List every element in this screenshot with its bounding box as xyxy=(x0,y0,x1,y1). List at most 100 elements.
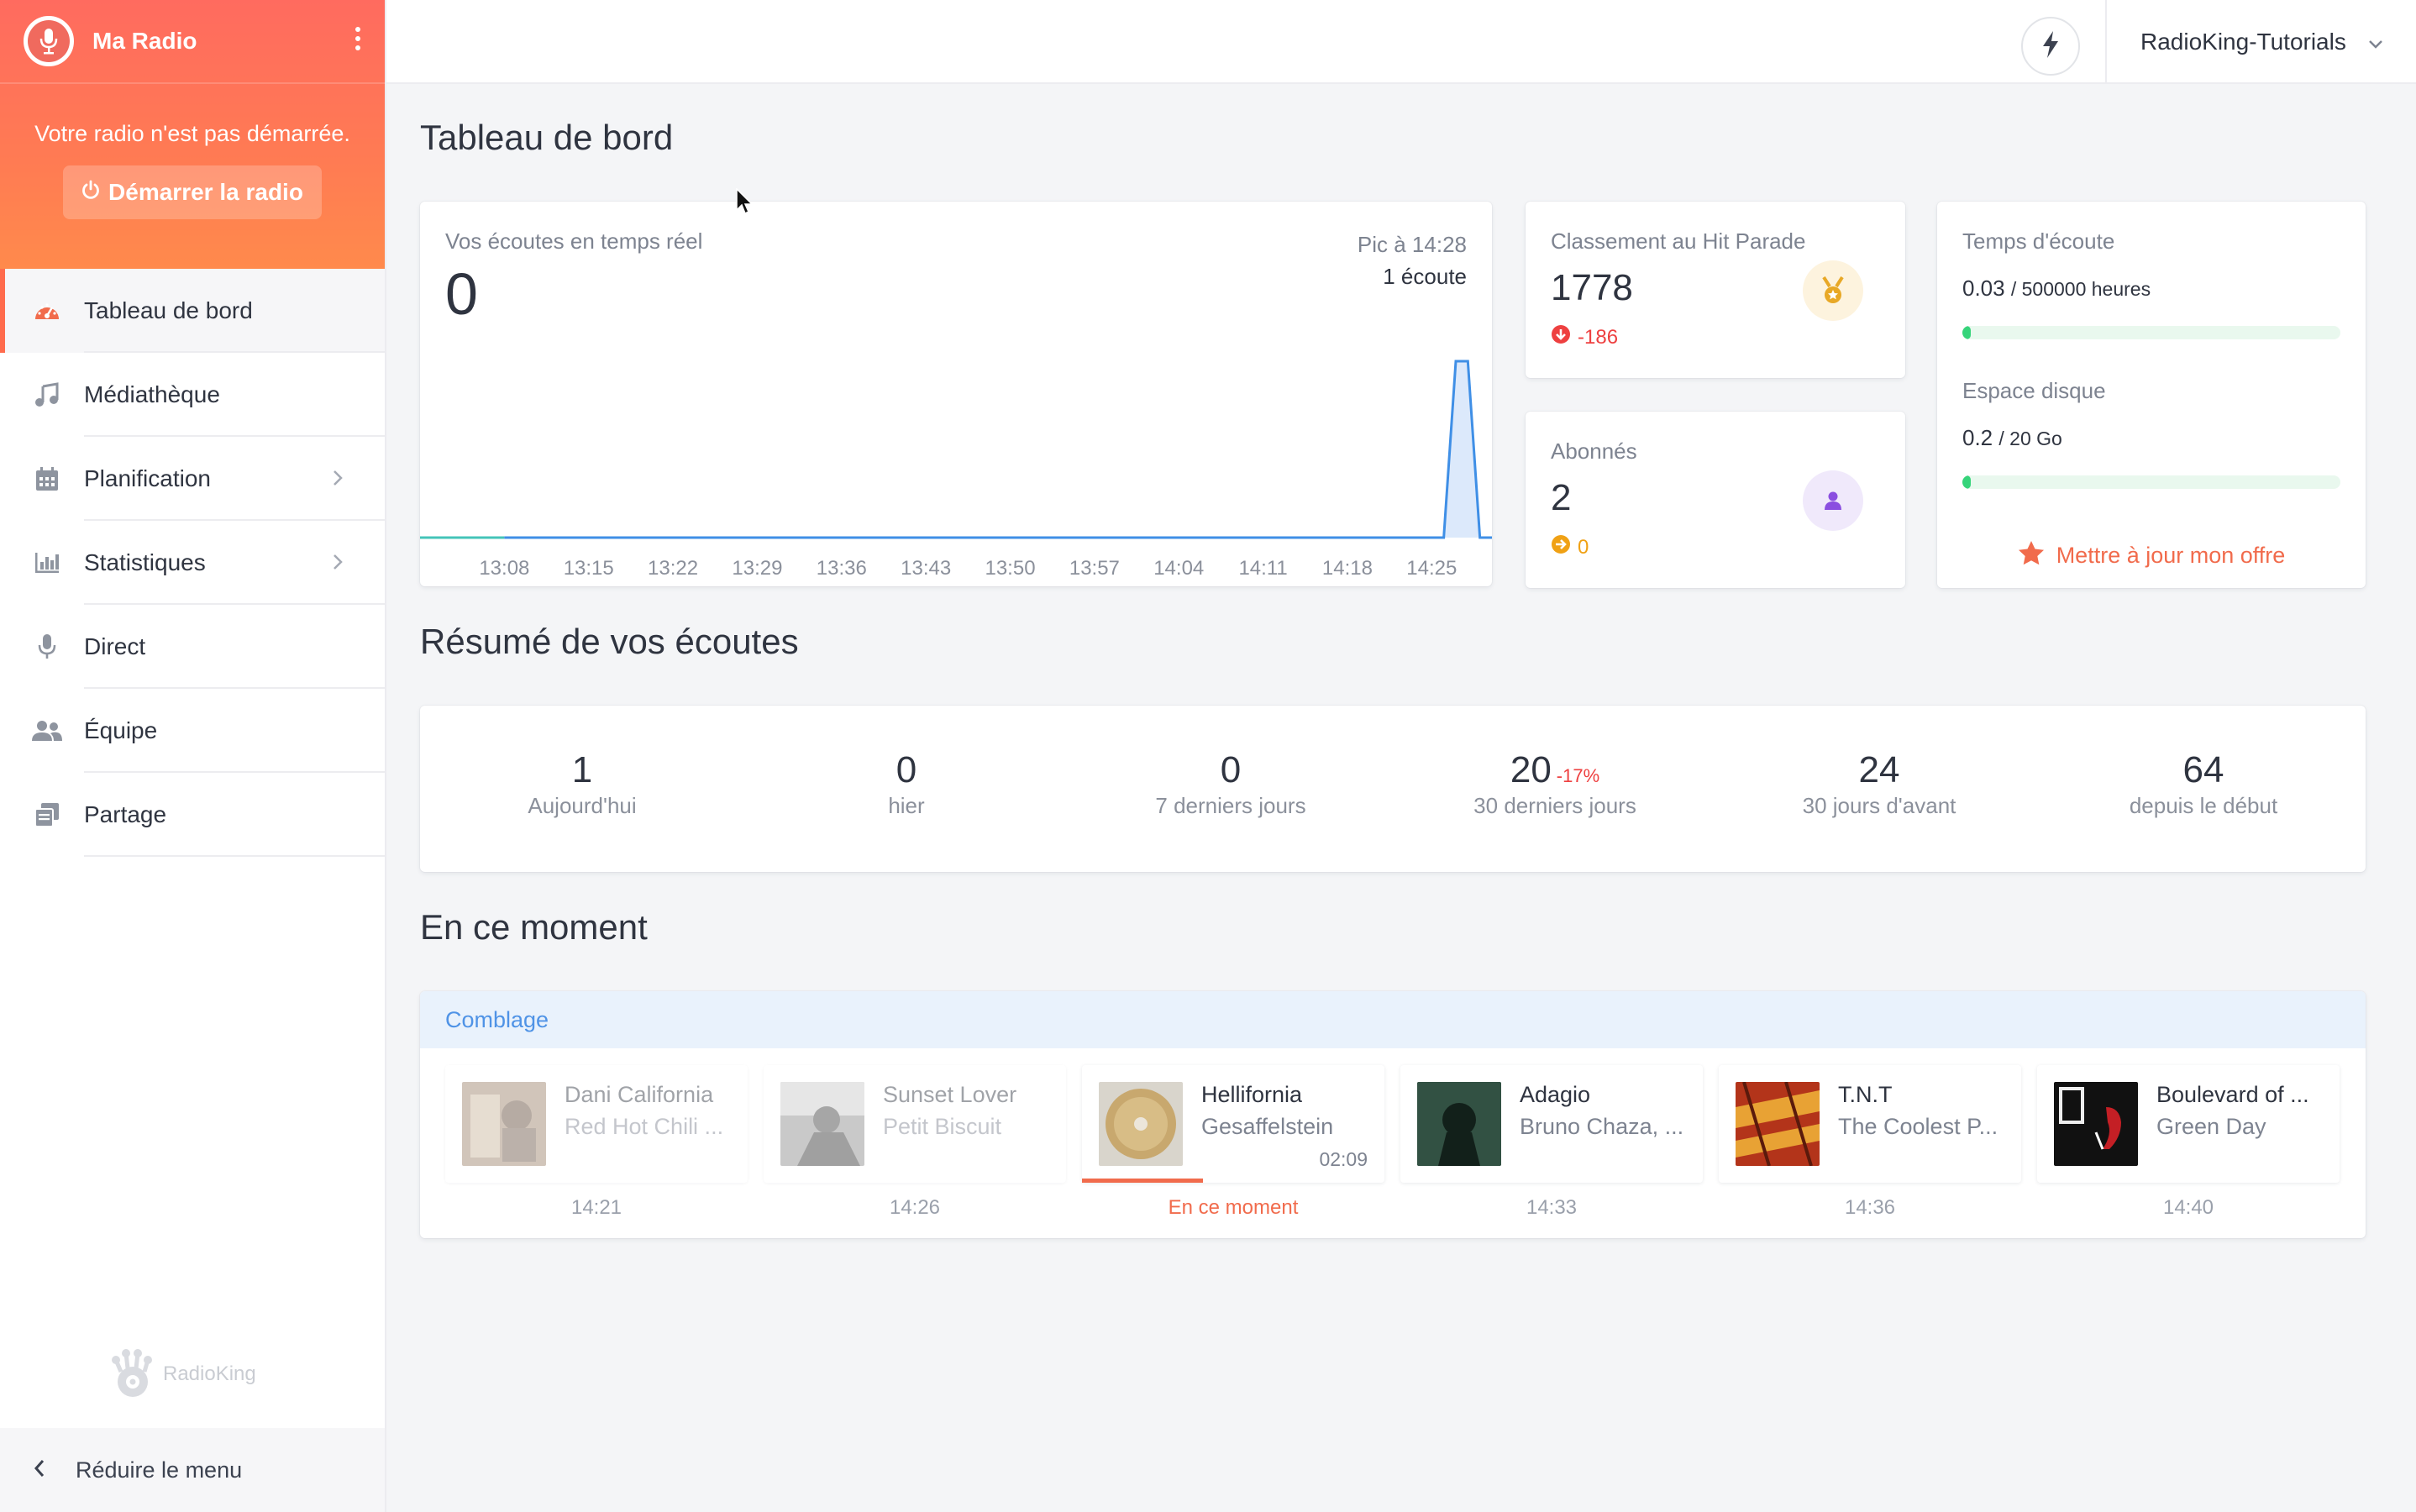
x-tick-label: 13:08 xyxy=(479,557,529,580)
track-title: T.N.T xyxy=(1838,1082,1893,1107)
track-artist: Red Hot Chili ... xyxy=(565,1114,724,1139)
track-time: 14:26 xyxy=(889,1196,941,1219)
microphone-icon xyxy=(32,632,62,662)
collapse-menu-label: Réduire le menu xyxy=(76,1457,243,1483)
track-artist: Green Day xyxy=(2156,1114,2266,1139)
album-cover xyxy=(462,1082,546,1166)
track-time: 14:40 xyxy=(2162,1196,2214,1219)
nav-item-dashboard[interactable]: Tableau de bord xyxy=(0,269,385,353)
medal-icon xyxy=(1803,260,1863,321)
chart-series-line xyxy=(504,360,1492,539)
listening-time-label: Temps d'écoute xyxy=(1962,228,2115,254)
summary-label: depuis le début xyxy=(2129,793,2278,818)
topbar-divider xyxy=(2105,0,2107,84)
track-card[interactable]: Boulevard of ... Green Day xyxy=(2037,1065,2340,1183)
track-duration: 02:09 xyxy=(1319,1148,1368,1170)
disk-space-progress xyxy=(1962,475,2340,489)
track-title: Sunset Lover xyxy=(883,1082,1017,1107)
dashboard-icon xyxy=(32,296,62,326)
arrow-right-circle-icon xyxy=(1551,534,1571,560)
track-card-current[interactable]: Hellifornia Gesaffelstein 02:09 xyxy=(1082,1065,1384,1183)
music-note-icon xyxy=(32,380,62,410)
account-menu[interactable]: RadioKing-Tutorials xyxy=(2140,0,2383,84)
now-playing-title: En ce moment xyxy=(420,907,648,947)
star-icon xyxy=(2018,540,2045,571)
summary-label: hier xyxy=(888,793,925,818)
listening-time-usage: 0.03 / 500000 heures xyxy=(1962,276,2151,302)
track-time: 14:21 xyxy=(570,1196,622,1219)
summary-value-wrap: 20 -17% xyxy=(1393,749,1717,791)
share-icon xyxy=(32,800,62,830)
nav-item-statistiques[interactable]: Statistiques xyxy=(0,521,385,605)
summary-value: 0 xyxy=(1220,749,1242,790)
sidebar: Ma Radio Votre radio n'est pas démarrée.… xyxy=(0,0,386,1512)
realtime-label: Vos écoutes en temps réel xyxy=(445,228,703,254)
track-title: Dani California xyxy=(565,1082,714,1107)
summary-grid: 1 Aujourd'hui 0 hier 0 7 derniers jours … xyxy=(420,706,2366,872)
track-card[interactable]: Sunset Lover Petit Biscuit xyxy=(764,1065,1066,1183)
nav-item-mediatheque[interactable]: Médiathèque xyxy=(0,353,385,437)
summary-item-30-days: 20 -17% 30 derniers jours xyxy=(1393,706,1717,872)
nav-item-direct[interactable]: Direct xyxy=(0,605,385,689)
radio-switcher[interactable]: Ma Radio xyxy=(0,0,385,84)
quick-actions-button[interactable] xyxy=(2021,17,2080,76)
track-progress-bar xyxy=(1082,1179,1203,1183)
album-cover xyxy=(1099,1082,1183,1166)
track-title: Adagio xyxy=(1520,1082,1591,1107)
summary-label: 30 jours d'avant xyxy=(1802,793,1956,818)
x-tick-label: 13:29 xyxy=(732,557,782,580)
subscribers-label: Abonnés xyxy=(1551,438,1637,464)
radioking-crown-icon xyxy=(112,1349,152,1397)
nav-item-partage[interactable]: Partage xyxy=(0,773,385,857)
track-card[interactable]: Adagio Bruno Chaza, ... xyxy=(1400,1065,1703,1183)
start-radio-button[interactable]: Démarrer la radio xyxy=(63,165,322,219)
more-options-icon[interactable] xyxy=(355,26,361,56)
power-icon xyxy=(81,179,100,206)
hit-parade-delta: -186 xyxy=(1551,324,1618,350)
bar-chart-icon xyxy=(32,548,62,578)
summary-item-7-days: 0 7 derniers jours xyxy=(1069,706,1393,872)
summary-title: Résumé de vos écoutes xyxy=(420,622,799,661)
summary-value: 64 xyxy=(2182,749,2224,790)
nav-item-planification[interactable]: Planification xyxy=(0,437,385,521)
arrow-down-circle-icon xyxy=(1551,324,1571,350)
radioking-logo: RadioKing xyxy=(109,1348,256,1400)
team-icon xyxy=(32,716,62,746)
collapse-menu-button[interactable]: Réduire le menu xyxy=(0,1428,385,1512)
subscribers-value: 2 xyxy=(1551,477,1572,518)
x-tick-label: 14:25 xyxy=(1406,557,1457,580)
playlist-name[interactable]: Comblage xyxy=(420,991,2366,1048)
disk-space-progress-fill xyxy=(1962,475,1971,489)
hit-parade-card: Classement au Hit Parade 1778 -186 xyxy=(1526,202,1905,378)
chevron-right-icon xyxy=(333,466,343,492)
radio-name: Ma Radio xyxy=(92,28,197,54)
track-title: Hellifornia xyxy=(1201,1082,1303,1107)
nav-label: Planification xyxy=(84,465,211,491)
hit-parade-label: Classement au Hit Parade xyxy=(1551,228,1806,254)
track-card[interactable]: Dani California Red Hot Chili ... xyxy=(445,1065,748,1183)
track-time-now: En ce moment xyxy=(1168,1196,1299,1219)
album-cover xyxy=(1417,1082,1501,1166)
x-tick-label: 13:36 xyxy=(817,557,867,580)
listening-time-value: 0.03 xyxy=(1962,276,2005,301)
track-artist: Bruno Chaza, ... xyxy=(1520,1114,1684,1139)
nav-item-equipe[interactable]: Équipe xyxy=(0,689,385,773)
page-title: Tableau de bord xyxy=(420,118,674,157)
track-time: 14:36 xyxy=(1844,1196,1896,1219)
peak-label: Pic à 14:28 xyxy=(1357,232,1467,257)
x-tick-label: 13:15 xyxy=(564,557,614,580)
summary-value: 24 xyxy=(1858,749,1900,790)
microphone-logo-icon xyxy=(28,20,70,62)
album-cover xyxy=(1736,1082,1820,1166)
track-title: Boulevard of ... xyxy=(2156,1082,2309,1107)
summary-label: 7 derniers jours xyxy=(1155,793,1306,818)
upgrade-plan-link[interactable]: Mettre à jour mon offre xyxy=(1937,540,2366,571)
summary-label: 30 derniers jours xyxy=(1473,793,1636,818)
now-playing-card: Comblage Dani California Red Hot Chili .… xyxy=(420,991,2366,1238)
x-tick-label: 13:43 xyxy=(901,557,951,580)
account-name: RadioKing-Tutorials xyxy=(2140,29,2346,55)
hit-parade-value: 1778 xyxy=(1551,267,1633,308)
track-card[interactable]: T.N.T The Coolest P... xyxy=(1719,1065,2021,1183)
realtime-listeners-card: Vos écoutes en temps réel 0 Pic à 14:28 … xyxy=(420,202,1492,586)
summary-item-yesterday: 0 hier xyxy=(744,706,1069,872)
